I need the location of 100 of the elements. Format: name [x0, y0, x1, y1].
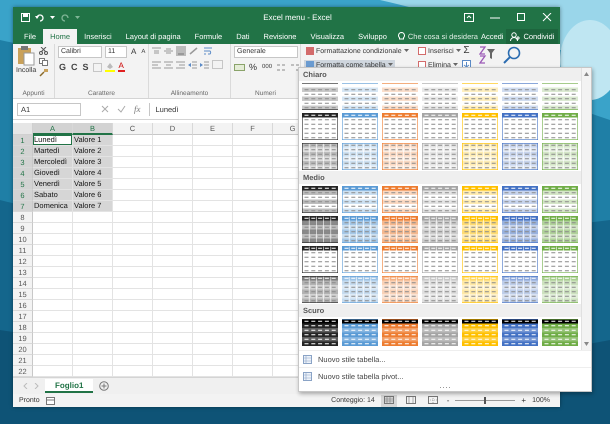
table-style-swatch[interactable] [342, 216, 378, 243]
zoom-in-button[interactable]: + [521, 396, 526, 405]
table-style-swatch[interactable] [502, 143, 538, 170]
view-button[interactable] [380, 394, 397, 406]
table-style-swatch[interactable] [542, 319, 578, 346]
italic-button[interactable]: C [70, 62, 79, 72]
table-style-swatch[interactable] [422, 276, 458, 303]
align-left-icon[interactable] [152, 60, 161, 68]
scroll-down-icon[interactable] [584, 342, 589, 346]
fill-color-icon[interactable] [104, 62, 115, 72]
fill-down-icon[interactable] [462, 60, 471, 69]
table-style-swatch[interactable] [422, 186, 458, 213]
table-style-swatch[interactable] [502, 246, 538, 273]
increase-indent-icon[interactable] [200, 60, 209, 68]
table-style-swatch[interactable] [382, 113, 418, 140]
table-style-swatch[interactable] [302, 113, 338, 140]
redo-icon[interactable] [60, 13, 70, 22]
table-style-swatch[interactable] [382, 143, 418, 170]
search-icon[interactable] [503, 46, 521, 64]
align-top-icon[interactable] [152, 47, 161, 55]
autosum-button[interactable]: Σ [462, 46, 471, 56]
table-style-swatch[interactable] [302, 143, 338, 170]
increase-decimal-icon[interactable] [276, 62, 288, 72]
table-style-swatch[interactable] [382, 319, 418, 346]
undo-icon[interactable] [35, 13, 45, 22]
caret-icon[interactable] [50, 16, 55, 20]
table-style-swatch[interactable] [542, 216, 578, 243]
scroll-up-icon[interactable] [584, 72, 589, 76]
table-style-swatch[interactable] [542, 246, 578, 273]
table-style-swatch[interactable] [422, 319, 458, 346]
normal-view-icon [384, 396, 394, 404]
percent-button[interactable]: % [248, 62, 258, 72]
align-middle-icon[interactable] [164, 47, 173, 55]
underline-button[interactable]: S [82, 62, 90, 72]
table-style-swatch[interactable] [382, 276, 418, 303]
table-style-swatch[interactable] [542, 276, 578, 303]
insert-function-button[interactable]: fx [134, 104, 140, 114]
sort-filter-icon[interactable] [479, 46, 495, 64]
table-style-swatch[interactable] [382, 186, 418, 213]
table-style-swatch[interactable] [542, 143, 578, 170]
bold-button[interactable]: G [58, 62, 68, 72]
close-icon[interactable] [542, 13, 552, 22]
scrollbar[interactable] [581, 68, 591, 350]
save-icon[interactable] [21, 13, 30, 22]
currency-icon[interactable] [234, 62, 245, 72]
resize-grip-icon[interactable] [439, 386, 451, 389]
table-style-swatch[interactable] [302, 216, 338, 243]
cancel-icon[interactable] [101, 105, 109, 113]
brush-icon[interactable] [39, 69, 48, 77]
add-person-icon [510, 32, 520, 41]
table-style-swatch[interactable] [502, 186, 538, 213]
grow-font-button[interactable]: A [130, 47, 138, 57]
ribbon-options-icon[interactable] [464, 13, 474, 22]
table-style-swatch[interactable] [342, 246, 378, 273]
decrease-indent-icon[interactable] [188, 60, 197, 68]
table-style-swatch[interactable] [302, 186, 338, 213]
align-bottom-icon[interactable] [176, 46, 186, 56]
table-style-swatch[interactable] [342, 143, 378, 170]
break-view-icon [428, 396, 438, 404]
table-style-swatch[interactable] [382, 216, 418, 243]
copy-icon[interactable] [39, 58, 48, 66]
table-style-swatch[interactable] [382, 83, 418, 110]
maximize-icon[interactable] [516, 13, 526, 22]
borders-icon[interactable] [92, 62, 102, 72]
table-style-swatch[interactable] [502, 113, 538, 140]
table-style-swatch[interactable] [502, 276, 538, 303]
table-style-swatch[interactable] [422, 246, 458, 273]
table-style-swatch[interactable] [342, 276, 378, 303]
enter-icon[interactable] [117, 105, 126, 113]
table-style-swatch[interactable] [302, 246, 338, 273]
table-style-swatch[interactable] [302, 83, 338, 110]
scissors-icon[interactable] [39, 47, 48, 55]
table-style-swatch[interactable] [422, 216, 458, 243]
add-sheet-icon[interactable] [99, 381, 110, 391]
table-style-swatch[interactable] [302, 319, 338, 346]
table-style-swatch[interactable] [342, 186, 378, 213]
table-style-swatch[interactable] [342, 83, 378, 110]
table-style-swatch[interactable] [342, 113, 378, 140]
lightbulb-icon[interactable] [398, 32, 405, 41]
table-style-swatch[interactable] [502, 319, 538, 346]
customize-icon[interactable] [75, 16, 80, 20]
table-style-swatch[interactable] [542, 83, 578, 110]
sheet-tab[interactable]: Foglio1 [45, 379, 94, 393]
align-right-icon[interactable] [176, 60, 185, 68]
align-center-icon[interactable] [164, 60, 173, 68]
table-style-swatch[interactable] [502, 83, 538, 110]
table-style-swatch[interactable] [542, 113, 578, 140]
table-style-swatch[interactable] [502, 216, 538, 243]
table-style-swatch[interactable] [422, 143, 458, 170]
table-style-swatch[interactable] [422, 83, 458, 110]
clipboard-icon[interactable] [17, 46, 36, 66]
wrap-text-icon[interactable] [204, 47, 214, 55]
macro-record-icon[interactable] [46, 396, 55, 404]
font-color-button[interactable]: A [118, 62, 125, 72]
merge-icon[interactable] [212, 60, 223, 69]
table-style-swatch[interactable] [302, 276, 338, 303]
table-style-swatch[interactable] [342, 319, 378, 346]
table-style-swatch[interactable] [382, 246, 418, 273]
table-style-swatch[interactable] [542, 186, 578, 213]
table-style-swatch[interactable] [422, 113, 458, 140]
